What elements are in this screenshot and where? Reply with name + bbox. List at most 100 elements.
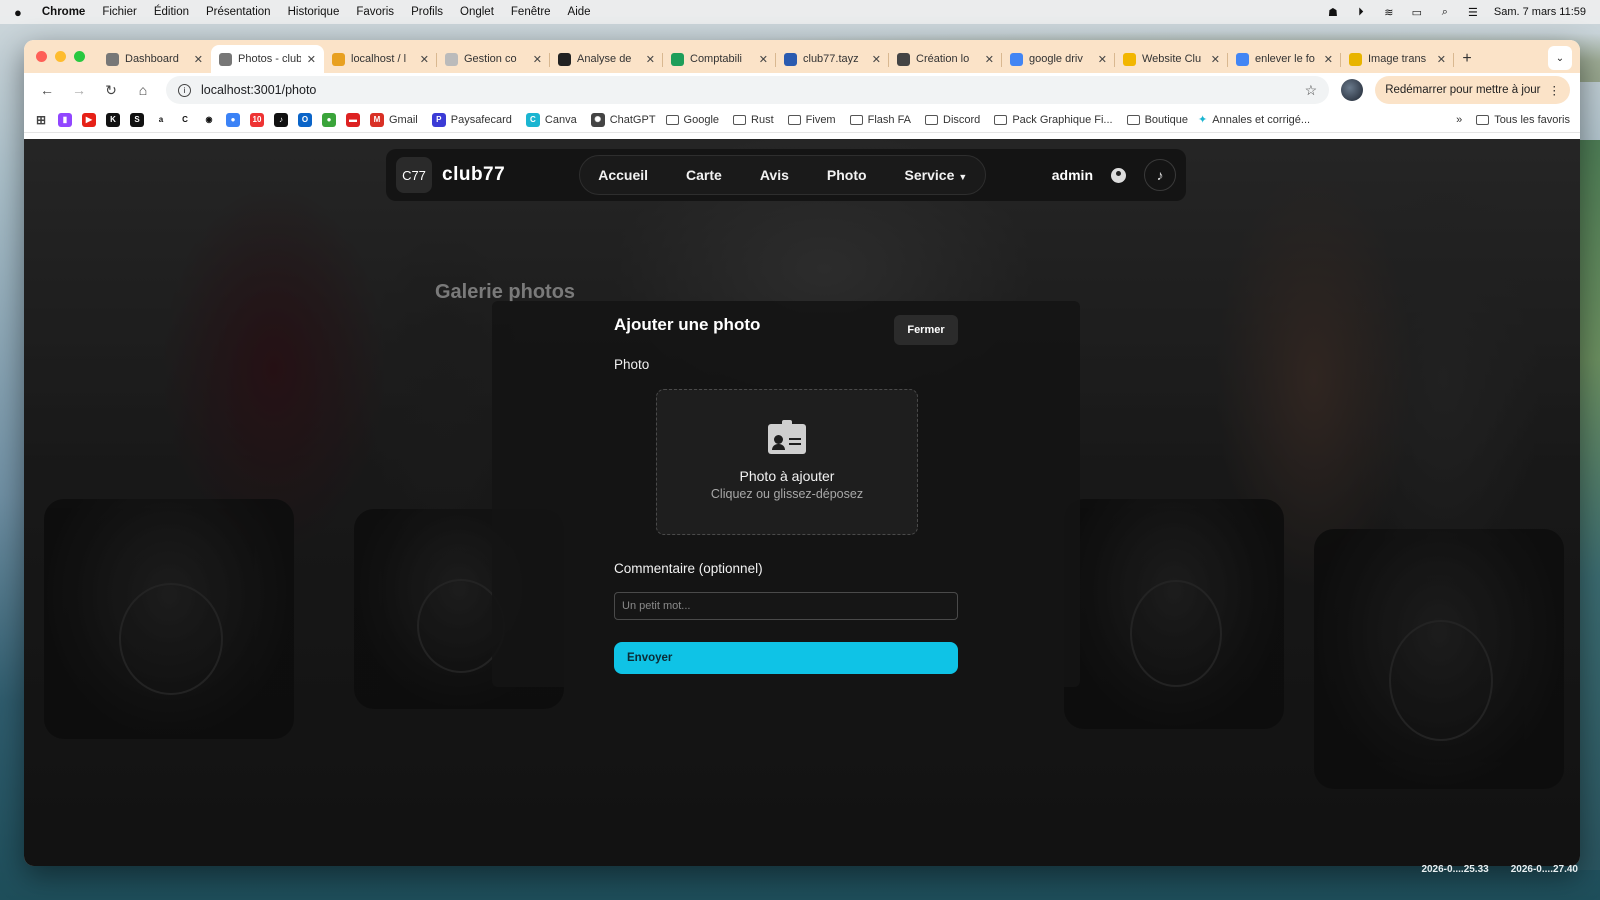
bookmark-star-icon[interactable]: ☆ (1305, 82, 1318, 99)
menubar-item-bookmarks[interactable]: Favoris (356, 6, 394, 18)
bookmark-folder[interactable]: Flash FA (849, 114, 911, 126)
menubar-app-name[interactable]: Chrome (42, 6, 85, 18)
c-icon[interactable]: C (178, 112, 192, 127)
tiktok-icon[interactable]: ♪ (274, 112, 288, 127)
zoom-window-button[interactable] (74, 51, 85, 62)
menubar-item-help[interactable]: Aide (568, 6, 591, 18)
nav-service-dropdown[interactable]: Service ▼ (905, 167, 968, 183)
search-icon[interactable]: ⌕ (1438, 6, 1452, 18)
amazon-icon[interactable]: a (154, 112, 168, 127)
browser-tab[interactable]: Création lo ✕ (889, 45, 1002, 73)
control-center-icon[interactable]: ☰ (1466, 6, 1480, 19)
browser-tab[interactable]: Dashboard ✕ (98, 45, 211, 73)
apple-icon[interactable]: ● (14, 5, 22, 20)
update-button[interactable]: Redémarrer pour mettre à jour ⋮ (1375, 76, 1570, 104)
forward-button[interactable]: → (66, 77, 92, 103)
bookmark-folder[interactable]: Discord (925, 114, 980, 126)
browser-tab[interactable]: Analyse de ✕ (550, 45, 663, 73)
bookmark-folder[interactable]: Google (665, 114, 719, 126)
menubar-item-view[interactable]: Présentation (206, 6, 271, 18)
badge-icon[interactable]: 10 (250, 112, 264, 127)
close-tab-icon[interactable]: ✕ (1211, 53, 1220, 66)
close-tab-icon[interactable]: ✕ (533, 53, 542, 66)
menubar-item-edit[interactable]: Édition (154, 6, 189, 18)
blue-app-icon[interactable]: ● (226, 112, 240, 127)
menubar-item-window[interactable]: Fenêtre (511, 6, 551, 18)
address-url[interactable]: localhost:3001/photo (201, 83, 316, 97)
address-bar[interactable]: i localhost:3001/photo ☆ (166, 76, 1330, 104)
tab-search-button[interactable]: ⌄ (1548, 46, 1572, 70)
nav-accueil[interactable]: Accueil (598, 167, 648, 183)
browser-tab[interactable]: localhost / l ✕ (324, 45, 437, 73)
site-brand[interactable]: club77 (442, 164, 505, 186)
close-tab-icon[interactable]: ✕ (646, 53, 655, 66)
profile-avatar[interactable] (1341, 79, 1364, 101)
robot-icon[interactable]: ☗ (1326, 6, 1340, 19)
menubar-item-profiles[interactable]: Profils (411, 6, 443, 18)
outlook-icon[interactable]: O (298, 112, 312, 127)
menubar-clock[interactable]: Sam. 7 mars 11:59 (1494, 6, 1586, 18)
close-tab-icon[interactable]: ✕ (985, 53, 994, 66)
bookmark-annales[interactable]: ✦ Annales et corrigé... (1198, 113, 1310, 127)
browser-tab[interactable]: Gestion co ✕ (437, 45, 550, 73)
site-logo[interactable]: C77 (396, 157, 432, 193)
twitch-icon[interactable]: ▮ (58, 112, 72, 127)
reload-button[interactable]: ↻ (98, 77, 124, 103)
back-button[interactable]: ← (34, 77, 60, 103)
browser-tab[interactable]: enlever le fo ✕ (1228, 45, 1341, 73)
minimize-window-button[interactable] (55, 51, 66, 62)
user-account-icon[interactable] (1111, 167, 1126, 183)
bookmark-item[interactable]: P Paysafecard (431, 112, 512, 127)
green-app-icon[interactable]: ● (322, 112, 336, 127)
browser-tab[interactable]: club77.tayz ✕ (776, 45, 889, 73)
close-tab-icon[interactable]: ✕ (759, 53, 768, 66)
bookmark-item[interactable]: C Canva (525, 112, 577, 127)
kebab-menu-icon[interactable]: ⋮ (1549, 83, 1561, 97)
close-tab-icon[interactable]: ✕ (872, 53, 881, 66)
circle-icon[interactable]: ◉ (202, 112, 216, 127)
bookmark-folder[interactable]: Rust (733, 114, 774, 126)
apps-grid-icon[interactable]: ⊞ (34, 113, 48, 127)
browser-tab[interactable]: Photos - club77 ✕ (211, 45, 324, 73)
bookmark-folder[interactable]: Fivem (787, 114, 836, 126)
home-button[interactable]: ⌂ (130, 77, 156, 103)
browser-tab[interactable]: Image trans ✕ (1341, 45, 1454, 73)
close-tab-icon[interactable]: ✕ (307, 53, 316, 66)
close-tab-icon[interactable]: ✕ (1437, 53, 1446, 66)
kick-icon[interactable]: K (106, 112, 120, 127)
play-icon[interactable]: ⏵ (1354, 6, 1368, 18)
bookmark-item[interactable]: ✺ ChatGPT (590, 112, 656, 127)
youtube-icon[interactable]: ▶ (82, 112, 96, 127)
browser-tab[interactable]: Website Clu ✕ (1115, 45, 1228, 73)
new-tab-button[interactable]: + (1454, 45, 1480, 73)
photo-dropzone[interactable]: Photo à ajouter Cliquez ou glissez-dépos… (656, 389, 918, 535)
wifi-icon[interactable]: ≋ (1382, 6, 1396, 19)
more-bookmarks-icon[interactable]: » (1456, 114, 1462, 126)
s-icon[interactable]: S (130, 112, 144, 127)
nav-avis[interactable]: Avis (760, 167, 789, 183)
menubar-item-file[interactable]: Fichier (102, 6, 137, 18)
menubar-item-tab[interactable]: Onglet (460, 6, 494, 18)
close-tab-icon[interactable]: ✕ (1098, 53, 1107, 66)
close-tab-icon[interactable]: ✕ (1324, 53, 1333, 66)
comment-input[interactable] (614, 592, 958, 620)
notifications-button[interactable]: ♪ (1144, 159, 1176, 191)
nav-photo[interactable]: Photo (827, 167, 867, 183)
menubar-item-history[interactable]: Historique (288, 6, 340, 18)
battery-icon[interactable]: ▭ (1410, 6, 1424, 19)
browser-tab[interactable]: google driv ✕ (1002, 45, 1115, 73)
site-info-icon[interactable]: i (178, 83, 191, 97)
close-tab-icon[interactable]: ✕ (420, 53, 429, 66)
nav-carte[interactable]: Carte (686, 167, 722, 183)
desktop-file[interactable]: 2026-0....25.33 (1421, 864, 1488, 875)
close-tab-icon[interactable]: ✕ (194, 53, 203, 66)
submit-button[interactable]: Envoyer (614, 642, 958, 674)
all-bookmarks-folder[interactable]: Tous les favoris (1476, 114, 1570, 126)
bookmark-folder[interactable]: Boutique (1126, 114, 1188, 126)
browser-tab[interactable]: Comptabili ✕ (663, 45, 776, 73)
desktop-file[interactable]: 2026-0....27.40 (1511, 864, 1578, 875)
bookmark-folder[interactable]: Pack Graphique Fi... (994, 114, 1113, 126)
close-modal-button[interactable]: Fermer (894, 315, 958, 345)
bookmark-item[interactable]: M Gmail (370, 112, 418, 127)
close-window-button[interactable] (36, 51, 47, 62)
